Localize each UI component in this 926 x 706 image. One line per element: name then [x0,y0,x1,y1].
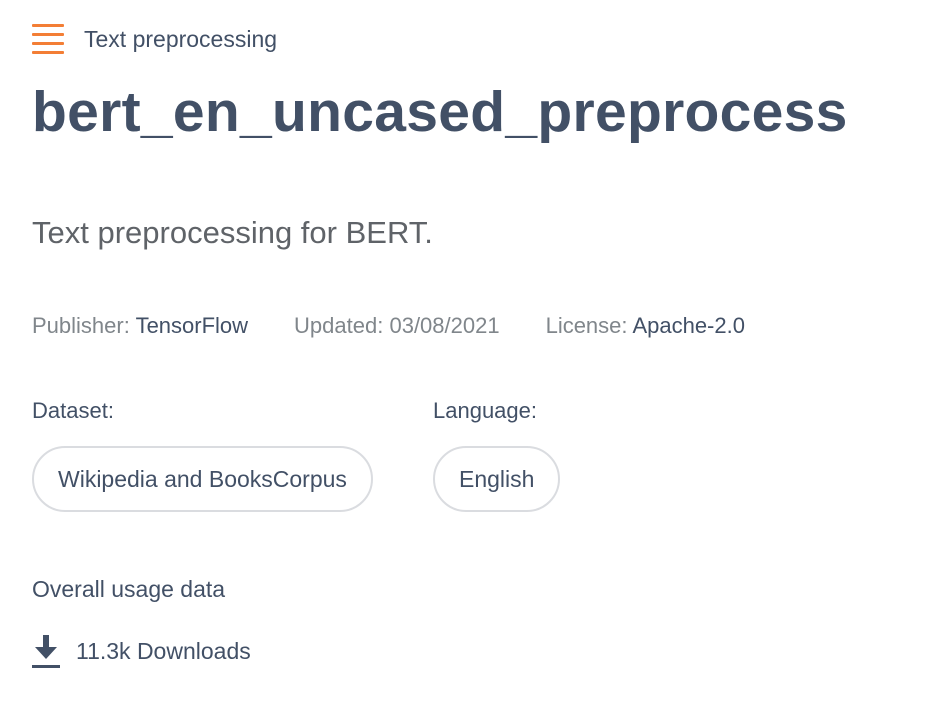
downloads-stat: 11.3k Downloads [32,632,251,670]
license-link[interactable]: Apache-2.0 [632,313,745,338]
list-icon [32,24,64,54]
publisher-info: Publisher: TensorFlow [32,313,248,339]
dataset-chip[interactable]: Wikipedia and BooksCorpus [32,446,373,512]
category-label[interactable]: Text preprocessing [84,26,277,53]
download-icon [32,635,60,668]
model-title: bert_en_uncased_preprocess [32,80,848,144]
downloads-count: 11.3k Downloads [76,637,251,664]
model-metadata: Publisher: TensorFlow Updated: 03/08/202… [32,313,791,339]
updated-info: Updated: 03/08/2021 [294,313,500,339]
license-key: License: [545,313,628,338]
license-info: License: Apache-2.0 [546,313,745,339]
dataset-label: Dataset: [32,398,114,423]
category-breadcrumb[interactable]: Text preprocessing [32,22,277,56]
model-description: Text preprocessing for BERT. [32,215,433,250]
publisher-key: Publisher: [32,313,130,338]
usage-data-label: Overall usage data [32,576,226,602]
language-chip[interactable]: English [433,446,561,512]
language-label: Language: [433,398,537,423]
updated-value: 03/08/2021 [389,313,500,338]
publisher-link[interactable]: TensorFlow [136,313,248,338]
updated-key: Updated: [294,313,384,338]
